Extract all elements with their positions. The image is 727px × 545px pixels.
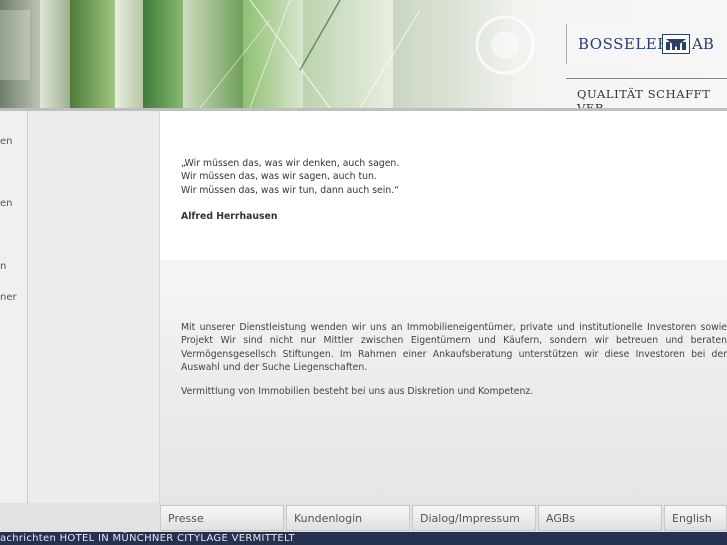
nav-item[interactable]: ner bbox=[0, 292, 17, 303]
quote-line: „Wir müssen das, was wir denken, auch sa… bbox=[181, 158, 400, 169]
footer-link-english[interactable]: English bbox=[664, 505, 727, 531]
intro-paragraph: Mit unserer Dienstleistung wenden wir un… bbox=[181, 322, 727, 373]
news-ticker[interactable]: achrichten HOTEL IN MÜNCHNER CITYLAGE VE… bbox=[0, 532, 727, 545]
footer-link-dialog-impressum[interactable]: Dialog/Impressum bbox=[412, 505, 536, 531]
nav-item[interactable]: en bbox=[0, 136, 13, 147]
quote-line: Wir müssen das, was wir sagen, auch tun. bbox=[181, 171, 377, 183]
footer-link-agbs[interactable]: AGBs bbox=[538, 505, 662, 531]
banner-lines-graphic bbox=[0, 0, 535, 108]
nav-item[interactable]: n bbox=[0, 261, 6, 272]
tagline: QUALITÄT SCHAFFT VER bbox=[577, 87, 711, 110]
logo-text-secondary[interactable]: AB bbox=[692, 35, 714, 53]
nav-item[interactable]: en bbox=[0, 198, 13, 209]
quote-block: „Wir müssen das, was wir denken, auch sa… bbox=[181, 157, 399, 197]
sub-navigation-column bbox=[28, 111, 160, 503]
left-navigation: en en n ner bbox=[0, 111, 28, 503]
logo-text[interactable]: BOSSELER bbox=[578, 35, 669, 53]
intro-paragraph-secondary: Vermittlung von Immobilien besteht bei u… bbox=[181, 386, 534, 397]
logo-mark-icon[interactable] bbox=[662, 34, 690, 54]
quote-author: Alfred Herrhausen bbox=[181, 211, 278, 222]
header-banner: BOSSELER AB QUALITÄT SCHAFFT VER bbox=[0, 0, 727, 110]
footer-link-presse[interactable]: Presse bbox=[160, 505, 284, 531]
quote-line: Wir müssen das, was wir tun, dann auch s… bbox=[181, 184, 400, 196]
tagline-divider bbox=[566, 78, 727, 79]
footer-link-kundenlogin[interactable]: Kundenlogin bbox=[286, 505, 410, 531]
